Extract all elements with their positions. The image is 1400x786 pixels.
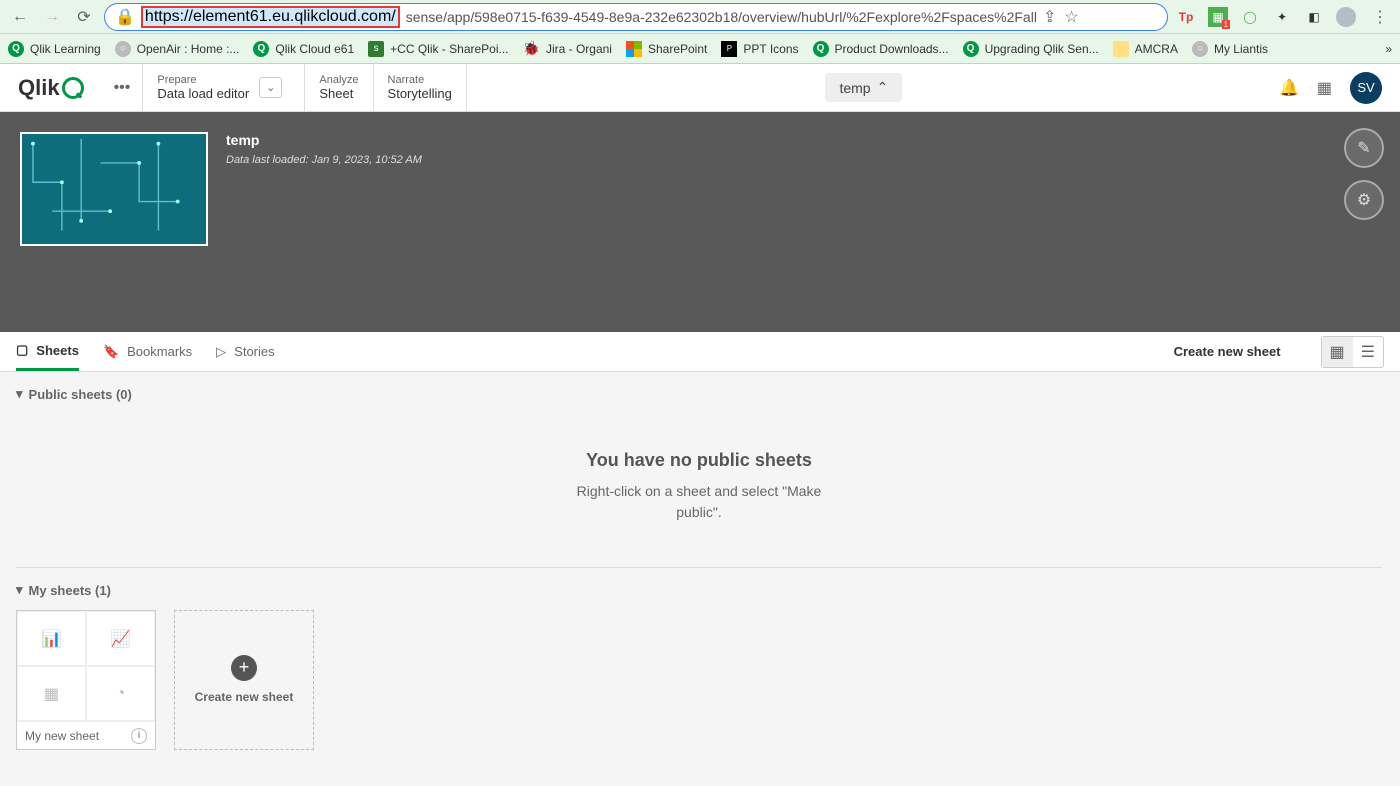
prepare-section[interactable]: Prepare Data load editor ⌄: [143, 64, 305, 111]
tab-stories[interactable]: ▷Stories: [216, 332, 274, 371]
ext-icon-2[interactable]: ▦1: [1208, 7, 1228, 27]
tab-bookmarks[interactable]: 🔖Bookmarks: [103, 332, 192, 371]
extensions-icon[interactable]: ✦: [1272, 7, 1292, 27]
bookmark-item[interactable]: SharePoint: [626, 41, 707, 57]
browser-menu[interactable]: ⋮: [1368, 5, 1392, 29]
app-name-text: temp: [839, 80, 870, 96]
bookmark-item[interactable]: QUpgrading Qlik Sen...: [963, 41, 1099, 57]
back-button[interactable]: ←: [8, 5, 32, 29]
sheets-icon: ▢: [16, 342, 28, 358]
bookmark-item[interactable]: PPPT Icons: [721, 41, 798, 57]
bookmark-item[interactable]: QQlik Learning: [8, 41, 101, 57]
bookmark-item[interactable]: QQlik Cloud e61: [253, 41, 354, 57]
app-thumbnail: [20, 132, 208, 246]
bookmark-item[interactable]: QProduct Downloads...: [813, 41, 949, 57]
info-icon[interactable]: i: [131, 728, 147, 744]
bookmark-item[interactable]: 🐞Jira - Organi: [523, 40, 612, 57]
empty-public-message: You have no public sheets Right-click on…: [16, 402, 1382, 563]
bell-icon[interactable]: 🔔: [1279, 78, 1299, 98]
view-toggle: ▦ ☰: [1321, 336, 1384, 368]
share-icon[interactable]: ⇪: [1043, 7, 1056, 27]
lock-icon: 🔒: [115, 7, 135, 27]
plus-icon: +: [231, 655, 257, 681]
chart-icon: 📈: [86, 611, 155, 666]
ext-icon-3[interactable]: ◯: [1240, 7, 1260, 27]
url-highlight: https://element61.eu.qlikcloud.com/: [141, 6, 400, 28]
sheet-card[interactable]: 📊 📈 ▦ ◔ My new sheet i: [16, 610, 156, 750]
empty-title: You have no public sheets: [16, 450, 1382, 471]
analyze-label: Analyze: [319, 74, 358, 86]
narrate-label: Narrate: [388, 74, 452, 86]
grid-view-button[interactable]: ▦: [1322, 337, 1353, 367]
narrate-value: Storytelling: [388, 86, 452, 101]
chart-icon: ▦: [17, 666, 86, 721]
public-sheets-header[interactable]: ▾Public sheets (0): [16, 386, 1382, 402]
list-view-button[interactable]: ☰: [1353, 337, 1383, 367]
apps-grid-icon[interactable]: ▦: [1317, 78, 1332, 98]
analyze-value: Sheet: [319, 86, 358, 101]
gear-icon: ⚙: [1357, 190, 1371, 210]
settings-button[interactable]: ⚙: [1344, 180, 1384, 220]
caret-down-icon: ▾: [16, 386, 23, 402]
app-overview-hero: temp Data last loaded: Jan 9, 2023, 10:5…: [0, 112, 1400, 332]
section-divider: [16, 567, 1382, 568]
browser-toolbar: ← → ⟳ 🔒 https://element61.eu.qlikcloud.c…: [0, 0, 1400, 34]
app-name-pill[interactable]: temp ⌃: [825, 73, 902, 102]
qlik-logo[interactable]: Qlik: [0, 64, 102, 111]
tab-sheets[interactable]: ▢Sheets: [16, 332, 79, 371]
bookmark-item[interactable]: ○OpenAir : Home :...: [115, 41, 240, 57]
app-header: Qlik ••• Prepare Data load editor ⌄ Anal…: [0, 64, 1400, 112]
pencil-icon: ✎: [1357, 138, 1370, 158]
reload-button[interactable]: ⟳: [72, 5, 96, 29]
create-sheet-button[interactable]: Create new sheet: [1174, 344, 1281, 359]
chart-icon: 📊: [17, 611, 86, 666]
app-menu-button[interactable]: •••: [102, 64, 144, 111]
sheets-content: ▾Public sheets (0) You have no public sh…: [0, 372, 1400, 786]
narrate-section[interactable]: Narrate Storytelling: [374, 64, 467, 111]
bookmark-item[interactable]: AMCRA: [1113, 41, 1178, 57]
caret-down-icon: ▾: [16, 582, 23, 598]
bookmark-icon: 🔖: [103, 344, 119, 360]
analyze-section[interactable]: Analyze Sheet: [305, 64, 373, 111]
sheet-preview: 📊 📈 ▦ ◔: [17, 611, 155, 721]
my-sheets-header[interactable]: ▾My sheets (1): [16, 582, 1382, 598]
chevron-up-icon: ⌃: [877, 79, 889, 96]
bookmarks-bar: QQlik Learning ○OpenAir : Home :... QQli…: [0, 34, 1400, 64]
bookmark-item[interactable]: s+CC Qlik - SharePoi...: [368, 41, 508, 57]
star-icon[interactable]: ☆: [1064, 7, 1078, 27]
prepare-value: Data load editor: [157, 86, 249, 101]
url-rest: sense/app/598e0715-f639-4549-8e9a-232e62…: [406, 9, 1037, 25]
edit-button[interactable]: ✎: [1344, 128, 1384, 168]
forward-button[interactable]: →: [40, 5, 64, 29]
user-avatar[interactable]: SV: [1350, 72, 1382, 104]
chart-icon: ◔: [86, 666, 155, 721]
prepare-label: Prepare: [157, 74, 249, 86]
sheet-name: My new sheet: [25, 729, 99, 743]
profile-avatar[interactable]: [1336, 7, 1356, 27]
app-last-loaded: Data last loaded: Jan 9, 2023, 10:52 AM: [226, 154, 422, 166]
story-icon: ▷: [216, 344, 226, 360]
app-title: temp: [226, 132, 422, 148]
bookmark-item[interactable]: ○My Liantis: [1192, 41, 1268, 57]
view-tabs: ▢Sheets 🔖Bookmarks ▷Stories Create new s…: [0, 332, 1400, 372]
browser-actions: Tp ▦1 ◯ ✦ ◧ ⋮: [1176, 5, 1392, 29]
url-bar[interactable]: 🔒 https://element61.eu.qlikcloud.com/ se…: [104, 3, 1168, 31]
panel-icon[interactable]: ◧: [1304, 7, 1324, 27]
ext-icon-1[interactable]: Tp: [1176, 7, 1196, 27]
create-new-sheet-card[interactable]: + Create new sheet: [174, 610, 314, 750]
bookmarks-overflow[interactable]: »: [1385, 42, 1392, 56]
chevron-down-icon[interactable]: ⌄: [259, 77, 282, 98]
